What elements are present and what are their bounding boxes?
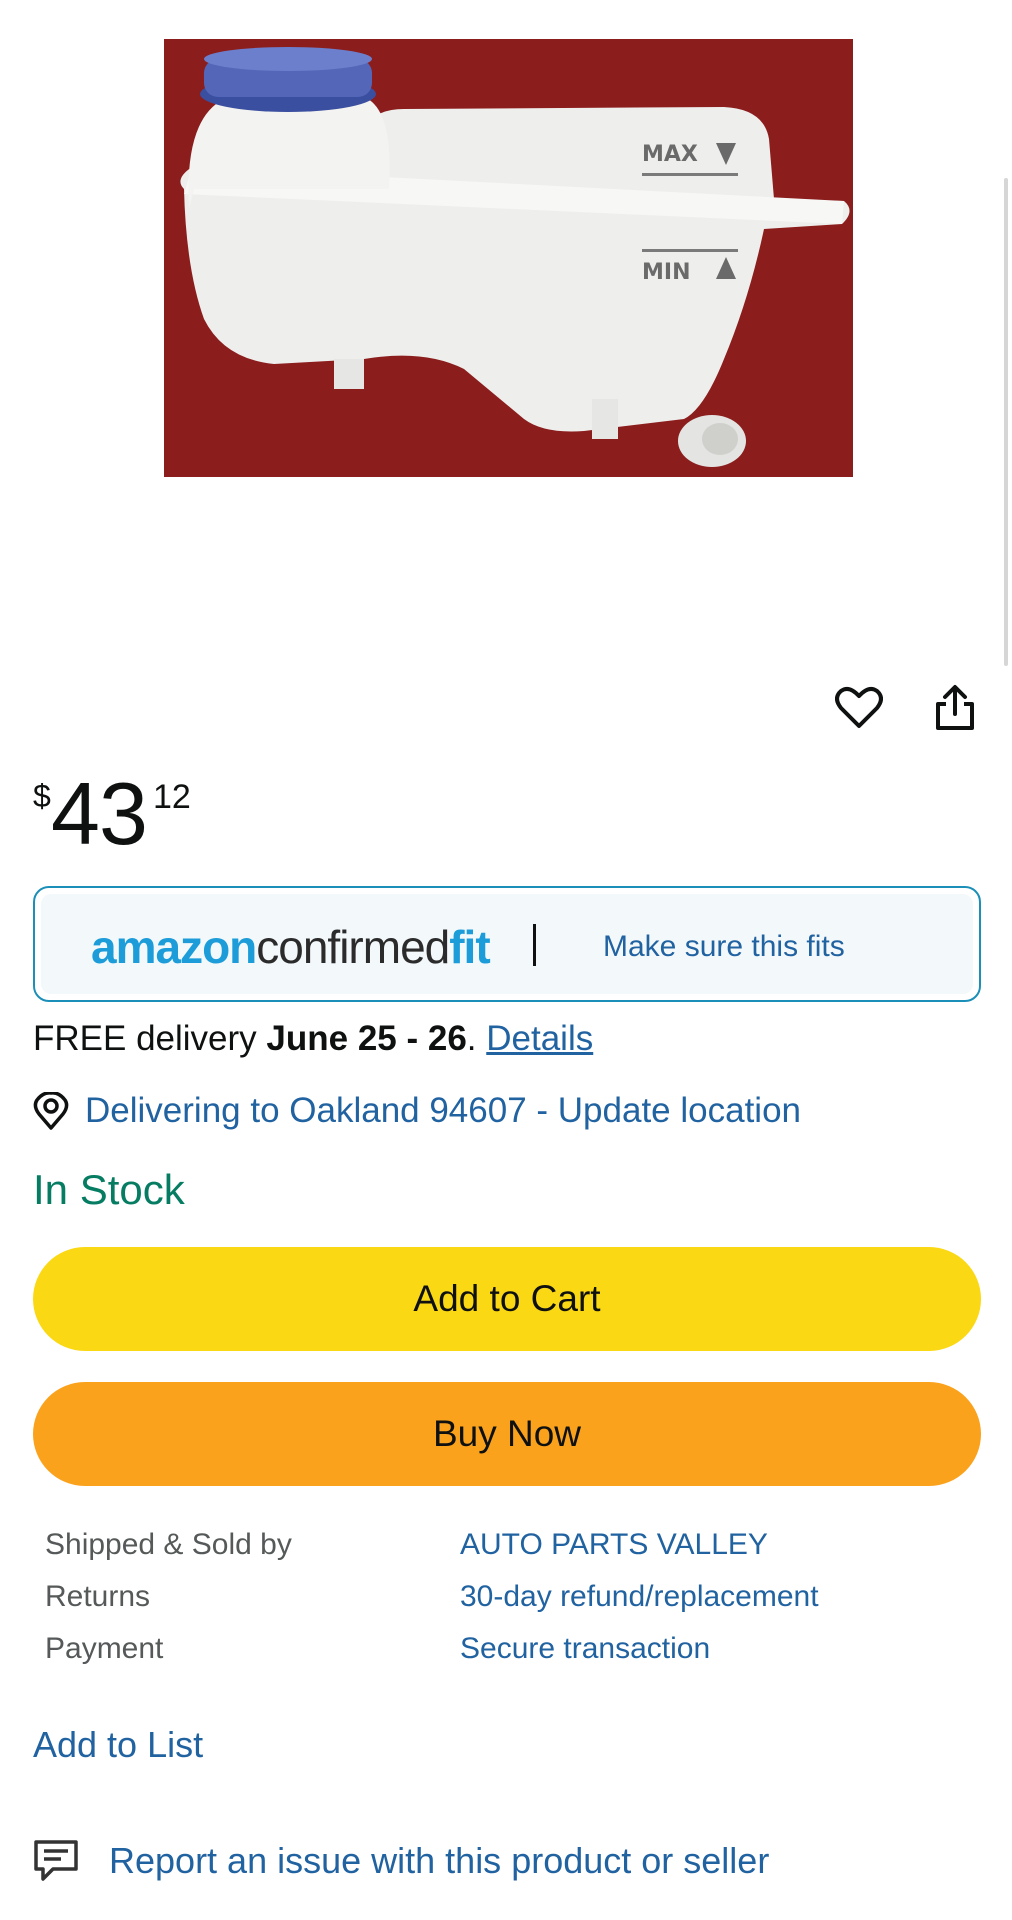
info-label: Returns: [45, 1580, 151, 1613]
info-label: Payment: [45, 1632, 164, 1665]
report-icon: [34, 1840, 78, 1881]
share-button[interactable]: [927, 680, 983, 736]
seller-link[interactable]: AUTO PARTS VALLEY: [460, 1528, 768, 1562]
stock-status: In Stock: [33, 1166, 185, 1213]
delivery-punct: .: [466, 1019, 487, 1058]
min-mark: MIN: [642, 260, 691, 285]
heart-icon: [835, 686, 883, 728]
confirmed-fit-banner[interactable]: amazonconfirmedfit Make sure this fits: [33, 886, 981, 1002]
logo-confirmed: confirmed: [256, 921, 450, 973]
info-row-returns: Returns 30-day refund/replacement: [45, 1580, 985, 1622]
price-currency: $: [33, 778, 51, 814]
price-fraction: 12: [153, 778, 191, 816]
delivery-info: FREE delivery June 25 - 26. Details: [33, 1014, 593, 1064]
location-text[interactable]: Delivering to Oakland 94607 - Update loc…: [85, 1091, 801, 1131]
share-icon: [936, 685, 974, 730]
info-label: Shipped & Sold by: [45, 1528, 292, 1561]
product-image[interactable]: MAX MIN: [164, 39, 853, 477]
scrollbar[interactable]: [1004, 178, 1008, 666]
price-whole: 43: [51, 764, 148, 863]
returns-link[interactable]: 30-day refund/replacement: [460, 1580, 819, 1614]
logo-fit: fit: [449, 921, 490, 973]
details-link[interactable]: Details: [486, 1019, 593, 1058]
delivery-location[interactable]: Delivering to Oakland 94607 - Update loc…: [33, 1088, 801, 1134]
payment-link[interactable]: Secure transaction: [460, 1632, 710, 1666]
buy-now-button[interactable]: Buy Now: [33, 1382, 981, 1486]
product-illustration: MAX MIN: [164, 39, 853, 477]
wishlist-button[interactable]: [831, 680, 887, 736]
location-pin-icon: [33, 1092, 69, 1130]
add-to-cart-button[interactable]: Add to Cart: [33, 1247, 981, 1351]
report-issue-link[interactable]: Report an issue with this product or sel…: [33, 1836, 769, 1886]
delivery-dates: June 25 - 26: [266, 1019, 467, 1058]
info-row-shipped: Shipped & Sold by AUTO PARTS VALLEY: [45, 1528, 985, 1570]
report-text[interactable]: Report an issue with this product or sel…: [109, 1840, 769, 1882]
info-row-payment: Payment Secure transaction: [45, 1632, 985, 1674]
add-to-list-link[interactable]: Add to List: [33, 1724, 203, 1766]
make-sure-fits-link[interactable]: Make sure this fits: [603, 930, 845, 964]
logo-amazon: amazon: [91, 921, 257, 973]
divider: [533, 924, 536, 966]
confirmed-fit-logo: amazonconfirmedfit: [91, 920, 491, 974]
max-mark: MAX: [642, 142, 698, 167]
delivery-prefix: FREE delivery: [33, 1019, 267, 1058]
